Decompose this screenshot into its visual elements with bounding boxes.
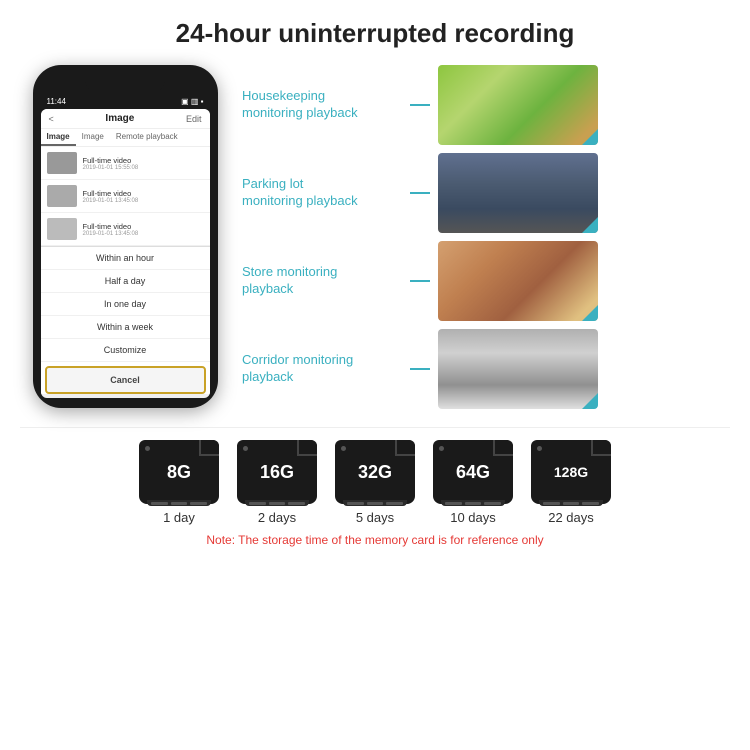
sd-card-item-32g: 32G 5 days [335, 440, 415, 525]
sd-card-16g: 16G [237, 440, 317, 504]
sd-label-64g: 64G [456, 462, 490, 483]
sd-card-item-64g: 64G 10 days [433, 440, 513, 525]
sd-notch-3 [343, 500, 407, 506]
phone-tabs: Image Image Remote playback [41, 129, 210, 147]
phone-item-title-1: Full-time video [83, 156, 139, 165]
corner-mark-4 [582, 393, 598, 409]
phone-status-bar: 11:44 ▣ ▥ ▪ [41, 97, 210, 106]
phone-thumb-3 [47, 218, 77, 240]
sd-card-item-8g: 8G 1 day [139, 440, 219, 525]
bottom-section: 8G 1 day 16G 2 days [20, 427, 730, 547]
sd-notch-1 [147, 500, 211, 506]
sd-card-128g: 128G [531, 440, 611, 504]
sd-card-64g: 64G [433, 440, 513, 504]
phone-item-date-3: 2019-01-01 13:45:08 [83, 231, 139, 237]
phone-header-title: Image [105, 113, 134, 124]
sd-card-item-16g: 16G 2 days [237, 440, 317, 525]
phone-thumb-1 [47, 152, 77, 174]
list-item: Full-time video 2019-01-01 13:45:08 [41, 213, 210, 246]
phone-header: < Image Edit [41, 109, 210, 129]
connector-3 [410, 280, 430, 282]
list-item: Full-time video 2019-01-01 15:55:08 [41, 147, 210, 180]
sd-notch-5 [539, 500, 603, 506]
phone-item-title-2: Full-time video [83, 189, 139, 198]
monitoring-img-corridor [438, 329, 598, 409]
monitoring-label-3: Store monitoringplayback [242, 264, 402, 298]
monitoring-section: Housekeepingmonitoring playback Parking … [230, 65, 730, 409]
phone-back[interactable]: < [49, 114, 54, 124]
sd-dot-1 [145, 446, 150, 451]
top-section: 11:44 ▣ ▥ ▪ < Image Edit Image Image Rem… [20, 65, 730, 409]
sd-label-32g: 32G [358, 462, 392, 483]
monitoring-img-parking [438, 153, 598, 233]
monitoring-row-2: Parking lotmonitoring playback [242, 153, 730, 233]
phone-icons: ▣ ▥ ▪ [181, 97, 203, 106]
list-item: Full-time video 2019-01-01 13:45:08 [41, 180, 210, 213]
dropdown-item-week[interactable]: Within a week [41, 316, 210, 339]
corner-mark-3 [582, 305, 598, 321]
phone-tab-remote[interactable]: Remote playback [110, 129, 184, 146]
sd-days-8g: 1 day [163, 510, 195, 525]
sd-dot-4 [439, 446, 444, 451]
connector-1 [410, 104, 430, 106]
dropdown-item-half-day[interactable]: Half a day [41, 270, 210, 293]
sd-dot-2 [243, 446, 248, 451]
sd-days-64g: 10 days [450, 510, 496, 525]
phone-dropdown: Within an hour Half a day In one day Wit… [41, 246, 210, 394]
phone-edit[interactable]: Edit [186, 114, 202, 124]
sd-label-8g: 8G [167, 462, 191, 483]
phone-tab-image2[interactable]: Image [76, 129, 110, 146]
phone-item-title-3: Full-time video [83, 222, 139, 231]
dropdown-item-within-hour[interactable]: Within an hour [41, 247, 210, 270]
sd-label-16g: 16G [260, 462, 294, 483]
phone-screen: < Image Edit Image Image Remote playback… [41, 109, 210, 398]
monitoring-row-1: Housekeepingmonitoring playback [242, 65, 730, 145]
phone-item-date-2: 2019-01-01 13:45:08 [83, 198, 139, 204]
sd-notch-2 [245, 500, 309, 506]
sd-card-32g: 32G [335, 440, 415, 504]
connector-4 [410, 368, 430, 370]
monitoring-row-3: Store monitoringplayback [242, 241, 730, 321]
phone-thumb-2 [47, 185, 77, 207]
phone-item-date-1: 2019-01-01 15:55:08 [83, 165, 139, 171]
connector-2 [410, 192, 430, 194]
phone-notch [85, 75, 165, 93]
monitoring-label-4: Corridor monitoringplayback [242, 352, 402, 386]
sd-card-item-128g: 128G 22 days [531, 440, 611, 525]
sd-dot-3 [341, 446, 346, 451]
sd-notch-4 [441, 500, 505, 506]
sd-dot-5 [537, 446, 542, 451]
monitoring-img-kids [438, 65, 598, 145]
sd-card-8g: 8G [139, 440, 219, 504]
monitoring-row-4: Corridor monitoringplayback [242, 329, 730, 409]
phone-tab-image[interactable]: Image [41, 129, 76, 146]
monitoring-label-2: Parking lotmonitoring playback [242, 176, 402, 210]
corner-mark-2 [582, 217, 598, 233]
phone-time: 11:44 [47, 97, 66, 106]
monitoring-img-store [438, 241, 598, 321]
phone-mockup: 11:44 ▣ ▥ ▪ < Image Edit Image Image Rem… [20, 65, 230, 408]
sd-label-128g: 128G [554, 464, 588, 480]
sd-days-128g: 22 days [548, 510, 594, 525]
sd-cards-row: 8G 1 day 16G 2 days [139, 440, 611, 525]
monitoring-label-1: Housekeepingmonitoring playback [242, 88, 402, 122]
page-title: 24-hour uninterrupted recording [176, 18, 575, 49]
dropdown-item-one-day[interactable]: In one day [41, 293, 210, 316]
sd-days-16g: 2 days [258, 510, 296, 525]
dropdown-item-customize[interactable]: Customize [41, 339, 210, 362]
phone-cancel-button[interactable]: Cancel [45, 366, 206, 394]
note-text: Note: The storage time of the memory car… [206, 533, 543, 547]
sd-days-32g: 5 days [356, 510, 394, 525]
corner-mark-1 [582, 129, 598, 145]
